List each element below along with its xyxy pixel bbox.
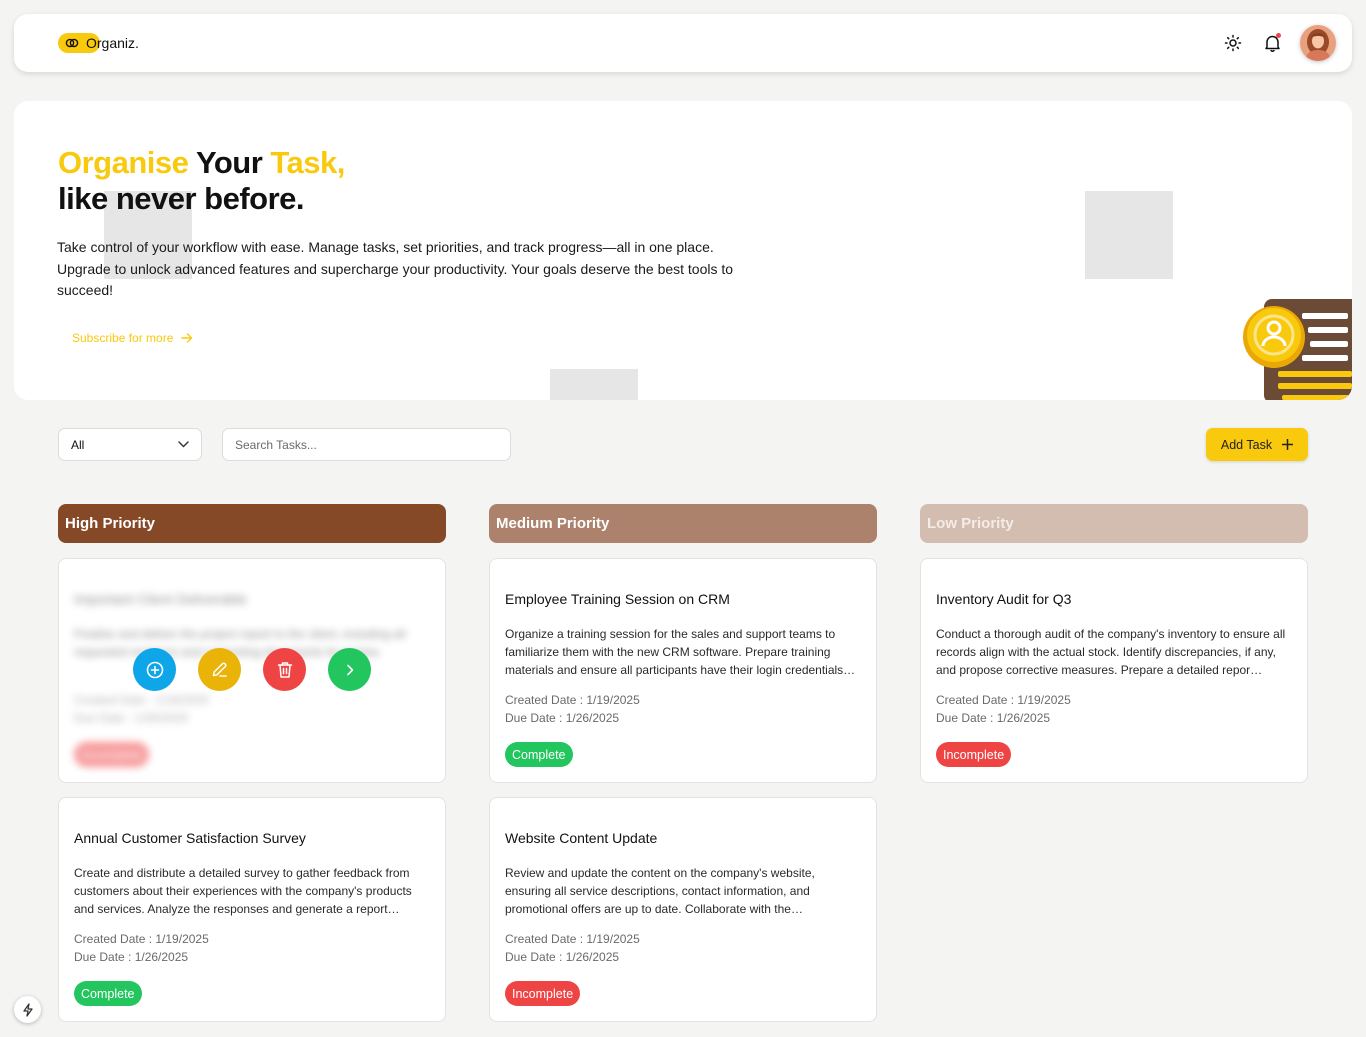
task-card[interactable]: Important Client Deliverable Finalize an…: [58, 558, 446, 783]
card-description: Review and update the content on the com…: [505, 866, 815, 916]
trash-icon[interactable]: [263, 648, 306, 691]
card-due-date: Due Date : 1/26/2025: [505, 711, 620, 725]
card-due-date: Due Date : 1/26/2025: [74, 711, 189, 725]
nav-actions: [1222, 25, 1336, 61]
status-badge: Incomplete: [505, 981, 581, 1006]
column-header-low: Low Priority: [920, 504, 1308, 543]
card-due-date: Due Date : 1/26/2025: [936, 711, 1051, 725]
card-title: Employee Training Session on CRM: [505, 591, 730, 607]
placeholder-block: [1085, 191, 1173, 279]
add-task-label: Add Task: [1220, 437, 1273, 452]
hero-title: Organise Your Task, like never before.: [58, 145, 345, 217]
status-badge: Complete: [505, 742, 573, 767]
pencil-icon[interactable]: [198, 648, 241, 691]
subscribe-label: Subscribe for more: [72, 331, 174, 345]
arrow-right-icon: [181, 333, 193, 343]
card-title: Important Client Deliverable: [74, 591, 247, 607]
card-created-date: Created Date : 1/19/2025: [936, 693, 1071, 707]
top-navbar: Organiz.: [14, 14, 1352, 72]
chevron-down-icon: [178, 441, 189, 448]
hero-description: Take control of your workflow with ease.…: [57, 239, 734, 298]
card-created-date: Created Date : 1/19/2025: [74, 932, 209, 946]
task-card[interactable]: Inventory Audit for Q3 Conduct a thoroug…: [920, 558, 1308, 783]
plus-icon: [1282, 439, 1294, 450]
brand-name: Organiz.: [86, 35, 139, 51]
subscribe-link[interactable]: Subscribe for more: [72, 331, 193, 345]
card-action-buttons: [133, 648, 371, 691]
card-description: Organize a training session for the sale…: [505, 627, 856, 677]
status-badge: Incomplete: [936, 742, 1012, 767]
add-circle-icon[interactable]: [133, 648, 176, 691]
brand-logo[interactable]: Organiz.: [58, 33, 139, 53]
hero-banner: Organise Your Task, like never before. T…: [14, 101, 1352, 400]
card-title: Annual Customer Satisfaction Survey: [74, 830, 306, 846]
card-title: Website Content Update: [505, 830, 658, 846]
add-task-button[interactable]: Add Task: [1206, 428, 1308, 461]
filter-value: All: [71, 437, 85, 452]
status-badge: Complete: [74, 981, 142, 1006]
chevron-right-icon[interactable]: [328, 648, 371, 691]
sun-icon[interactable]: [1222, 32, 1244, 54]
priority-filter-select[interactable]: All: [58, 428, 202, 461]
lightning-icon[interactable]: [14, 996, 41, 1023]
search-input[interactable]: [222, 428, 511, 461]
hero-title-word: Task,: [270, 145, 345, 180]
column-header-high: High Priority: [58, 504, 446, 543]
card-title: Inventory Audit for Q3: [936, 591, 1072, 607]
status-badge: Incomplete: [74, 742, 150, 767]
card-created-date: Created Date : 1/19/2025: [505, 932, 640, 946]
card-created-date: Created Date : 1/19/2025: [505, 693, 640, 707]
placeholder-block: [550, 369, 638, 400]
task-card[interactable]: Website Content Update Review and update…: [489, 797, 877, 1022]
column-header-medium: Medium Priority: [489, 504, 877, 543]
hero-title-line2: like never before.: [58, 181, 305, 216]
hero-title-word: Your: [195, 145, 263, 180]
task-card[interactable]: Employee Training Session on CRM Organiz…: [489, 558, 877, 783]
card-created-date: Created Date : 1/19/2025: [74, 693, 209, 707]
hero-title-word: Organise: [58, 145, 189, 180]
notification-dot: [1276, 33, 1281, 38]
card-description: Conduct a thorough audit of the company'…: [936, 627, 1286, 677]
card-due-date: Due Date : 1/26/2025: [74, 950, 189, 964]
task-card[interactable]: Annual Customer Satisfaction Survey Crea…: [58, 797, 446, 1022]
card-description: Create and distribute a detailed survey …: [74, 866, 412, 916]
task-document-illustration: [1243, 299, 1352, 400]
card-due-date: Due Date : 1/26/2025: [505, 950, 620, 964]
user-avatar[interactable]: [1300, 25, 1336, 61]
bell-icon[interactable]: [1261, 32, 1283, 54]
